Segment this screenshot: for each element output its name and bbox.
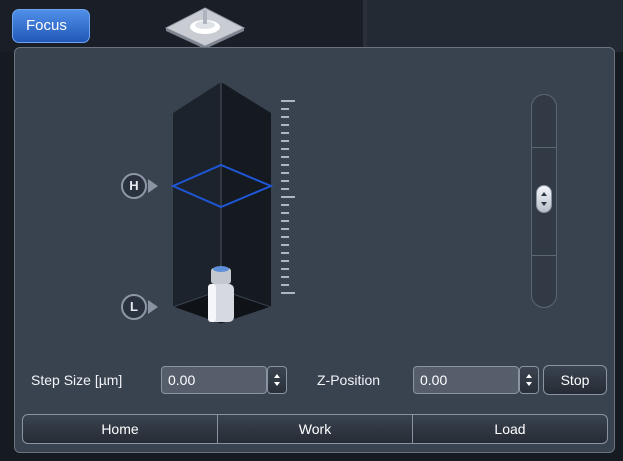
- z-position-input[interactable]: 0.00: [413, 366, 519, 394]
- high-pointer-icon: [148, 179, 158, 193]
- step-size-label: Step Size [µm]: [31, 372, 123, 388]
- low-pointer-icon: [148, 300, 158, 314]
- home-button[interactable]: Home: [23, 415, 217, 443]
- stop-button[interactable]: Stop: [543, 365, 607, 395]
- focus-panel: H L Step Size [µm] 0.00 Z-Position 0.00 …: [14, 47, 615, 453]
- step-size-input[interactable]: 0.00: [161, 366, 267, 394]
- high-limit-label: H: [121, 173, 147, 199]
- objective-icon: [208, 266, 234, 322]
- load-button[interactable]: Load: [412, 415, 607, 443]
- tab-focus[interactable]: Focus: [12, 9, 90, 43]
- z-slider-thumb[interactable]: [536, 185, 552, 213]
- z-position-spinner[interactable]: [519, 366, 539, 394]
- step-size-spinner[interactable]: [267, 366, 287, 394]
- focus-drive-visual: [170, 82, 295, 325]
- z-position-label: Z-Position: [317, 372, 381, 388]
- slider-divider: [532, 147, 556, 148]
- high-limit-marker[interactable]: H: [121, 173, 158, 199]
- low-limit-marker[interactable]: L: [121, 294, 158, 320]
- z-scale: [281, 100, 295, 294]
- stage-icon[interactable]: [160, 4, 250, 48]
- low-limit-label: L: [121, 294, 147, 320]
- position-bar: Home Work Load: [22, 414, 608, 444]
- toolbar-right-area: [367, 0, 623, 52]
- top-toolbar: Focus: [0, 0, 623, 52]
- work-button[interactable]: Work: [217, 415, 412, 443]
- slider-divider: [532, 255, 556, 256]
